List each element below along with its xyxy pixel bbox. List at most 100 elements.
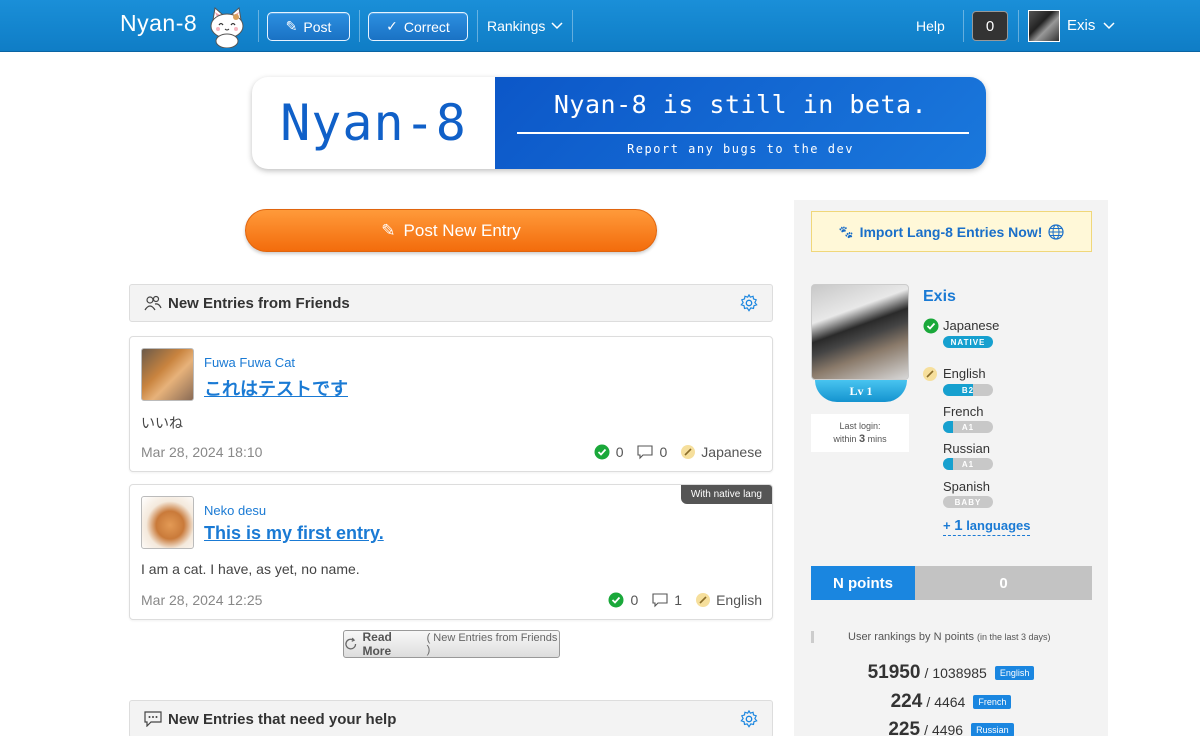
corrections-count: 0 <box>630 592 639 608</box>
entry-meta: 0 1 English <box>608 592 762 608</box>
read-more-context: ( New Entries from Friends ) <box>426 632 558 656</box>
help-link[interactable]: Help <box>916 18 945 34</box>
pencil-icon <box>696 593 711 607</box>
comments-count: 0 <box>659 444 668 460</box>
rank-language-tag[interactable]: English <box>994 666 1035 680</box>
language-name: French <box>943 404 984 419</box>
banner-divider <box>517 132 969 134</box>
entry-card[interactable]: Fuwa Fuwa Cat これはテストです いいね Mar 28, 2024 … <box>129 336 773 472</box>
rankings-title-text: User rankings by N points <box>848 631 974 643</box>
last-login-prefix: within <box>833 434 857 444</box>
help-entries-header: New Entries that need your help <box>129 700 773 736</box>
paw-icon: 🐾 <box>838 224 854 239</box>
check-circle-icon <box>594 444 610 460</box>
npoints-value: 0 <box>915 566 1092 600</box>
more-languages-count: 1 <box>954 517 963 534</box>
entry-author-link[interactable]: Neko desu <box>204 503 266 518</box>
read-more-label: Read More <box>362 630 392 658</box>
rank-language-tag[interactable]: French <box>973 695 1012 709</box>
sidebar: 🐾 Import Lang-8 Entries Now! Lv 1 Last l… <box>794 200 1108 736</box>
import-label: Import Lang-8 Entries Now! <box>859 223 1043 240</box>
gear-icon[interactable] <box>740 710 758 728</box>
read-more-button[interactable]: Read More ( New Entries from Friends ) <box>343 630 560 658</box>
nav-divider <box>1018 10 1019 42</box>
rankings-dropdown[interactable]: Rankings <box>487 18 563 34</box>
profile-picture[interactable] <box>811 284 909 380</box>
notification-count-button[interactable]: 0 <box>972 11 1008 41</box>
ranking-row: 224 / 4464 French <box>794 691 1108 713</box>
language-name: Japanese <box>943 318 1000 333</box>
rank-value: 224 <box>890 691 923 712</box>
corrections-count: 0 <box>615 444 624 460</box>
entry-title-link[interactable]: This is my first entry. <box>204 523 384 544</box>
beta-banner: Nyan-8 Nyan-8 is still in beta. Report a… <box>252 77 986 169</box>
brand-logo-text[interactable]: Nyan-8 <box>120 10 197 37</box>
entry-author-link[interactable]: Fuwa Fuwa Cat <box>204 355 295 370</box>
language-level-label: A1 <box>961 459 975 469</box>
pencil-icon <box>923 367 937 381</box>
pencil-icon: ✎ <box>285 18 298 34</box>
entry-title-link[interactable]: これはテストです <box>204 375 348 401</box>
entry-language: English <box>716 592 762 608</box>
comment-icon <box>637 444 654 459</box>
check-circle-icon <box>608 592 624 608</box>
post-button-label: Post <box>303 18 332 35</box>
author-avatar[interactable] <box>141 348 194 401</box>
rank-language-tag[interactable]: Russian <box>971 723 1014 736</box>
friends-icon <box>144 295 162 311</box>
nav-divider <box>572 10 573 42</box>
rank-separator: / <box>924 665 929 681</box>
entry-date: Mar 28, 2024 12:25 <box>141 592 263 608</box>
cat-mascot-icon[interactable] <box>205 4 249 48</box>
correct-button[interactable]: ✓ Correct <box>368 12 468 41</box>
author-avatar[interactable] <box>141 496 194 549</box>
rankings-title-note: (in the last 3 days) <box>977 632 1051 642</box>
user-menu-dropdown[interactable]: Exis <box>1067 17 1115 34</box>
pencil-icon: ✎ <box>381 220 396 240</box>
more-languages-prefix: + <box>943 518 951 533</box>
check-circle-icon <box>923 318 939 334</box>
post-new-entry-button[interactable]: ✎ Post New Entry <box>245 209 657 252</box>
banner-logo: Nyan-8 <box>280 94 467 152</box>
level-badge: Lv 1 <box>815 380 907 402</box>
rank-separator: / <box>926 694 931 710</box>
post-button[interactable]: ✎ Post <box>267 12 350 41</box>
rank-value: 51950 <box>867 662 921 683</box>
checkmark-icon: ✓ <box>386 18 398 34</box>
language-level-bar: BABY <box>943 496 993 508</box>
last-login-label: Last login: <box>839 421 881 431</box>
rankings-label: Rankings <box>487 18 546 34</box>
user-avatar[interactable] <box>1028 10 1060 42</box>
language-name: Russian <box>943 441 990 456</box>
chevron-down-icon <box>551 22 563 30</box>
banner-title: Nyan-8 is still in beta. <box>553 90 928 119</box>
language-name: English <box>943 366 986 381</box>
refresh-icon <box>345 637 357 650</box>
last-login-value: within 3 mins <box>811 433 909 446</box>
profile-name-link[interactable]: Exis <box>923 288 956 306</box>
section-title: New Entries from Friends <box>168 294 350 312</box>
last-login-number: 3 <box>858 433 866 445</box>
nav-divider <box>359 10 360 42</box>
last-login-box: Last login: within 3 mins <box>811 414 909 452</box>
entry-card[interactable]: With native lang Neko desu This is my fi… <box>129 484 773 620</box>
section-title: New Entries that need your help <box>168 710 397 728</box>
language-level-bar: NATIVE <box>943 336 993 348</box>
pencil-icon <box>681 445 696 459</box>
import-lang8-banner[interactable]: 🐾 Import Lang-8 Entries Now! <box>811 211 1092 252</box>
gear-icon[interactable] <box>740 294 758 312</box>
more-languages-link[interactable]: + 1 languages <box>943 517 1031 536</box>
rankings-title: User rankings by N points (in the last 3… <box>811 631 1092 643</box>
rank-total: 4496 <box>931 722 964 736</box>
entry-meta: 0 0 Japanese <box>594 444 762 460</box>
banner-subtitle: Report any bugs to the dev <box>627 142 854 156</box>
friends-entries-header: New Entries from Friends <box>129 284 773 322</box>
language-level-label: A1 <box>961 422 975 432</box>
nav-divider <box>963 10 964 42</box>
rank-total: 1038985 <box>932 665 987 681</box>
username-label: Exis <box>1067 17 1096 34</box>
help-label: Help <box>916 18 945 34</box>
ranking-row: 51950 / 1038985 English <box>794 662 1108 684</box>
language-level-label: B2 <box>961 385 975 395</box>
entry-excerpt: いいね <box>141 415 183 431</box>
